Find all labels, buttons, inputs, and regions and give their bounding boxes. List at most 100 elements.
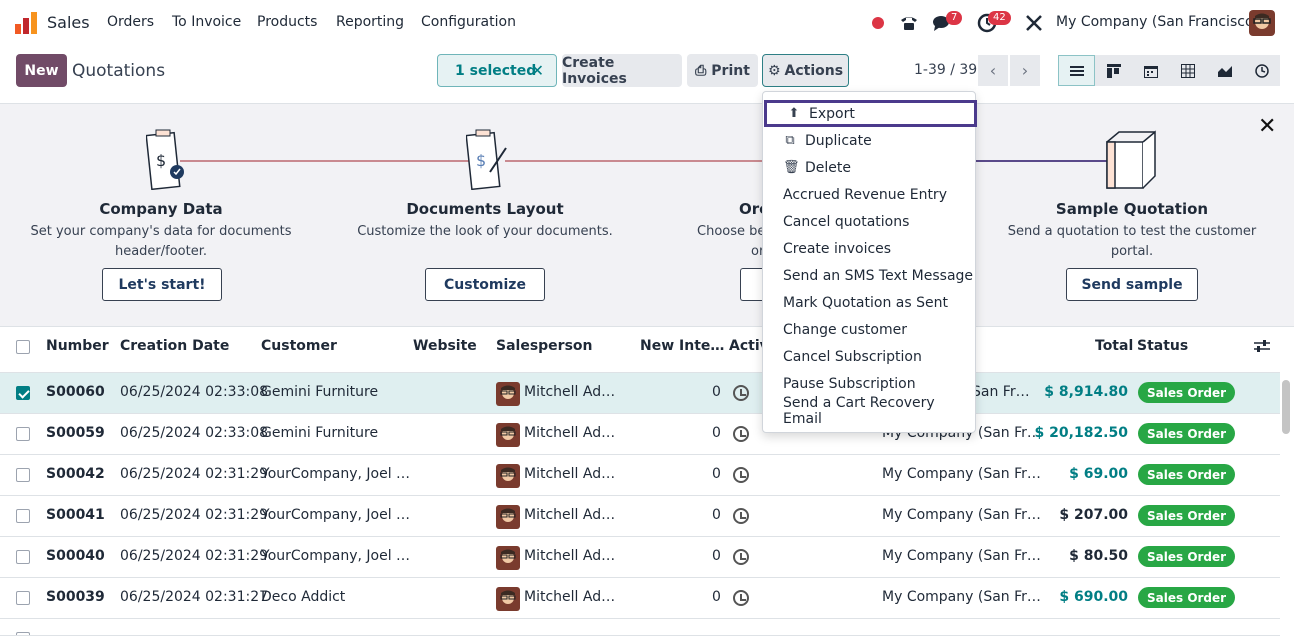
menu-item-mark-sent[interactable]: Mark Quotation as Sent	[763, 289, 975, 316]
list-view-button[interactable]	[1058, 55, 1095, 86]
menu-item-accrued-revenue[interactable]: Accrued Revenue Entry	[763, 181, 975, 208]
print-button[interactable]: ⎙ Print	[687, 54, 758, 87]
customize-button[interactable]: Customize	[425, 268, 545, 301]
column-header-creation-date[interactable]: Creation Date	[120, 338, 229, 354]
optional-columns-icon[interactable]	[1254, 339, 1270, 353]
row-checkbox[interactable]	[16, 427, 30, 441]
lets-start-button[interactable]: Let's start!	[102, 268, 222, 301]
menu-item-pause-subscription[interactable]: Pause Subscription	[763, 370, 975, 397]
row-checkbox[interactable]	[16, 632, 30, 635]
salesperson-name: Mitchell Ad…	[524, 425, 616, 441]
selection-pill[interactable]: 1 selected ✕	[437, 54, 557, 87]
progress-line	[505, 160, 765, 162]
company-name: My Company (San Fr…	[882, 466, 1041, 482]
new-button[interactable]: New	[16, 54, 67, 87]
column-header-new-interactions[interactable]: New Inte…	[640, 338, 724, 354]
actions-button[interactable]: ⚙ Actions	[762, 54, 849, 87]
menu-item-export[interactable]: ⬆ Export	[764, 100, 977, 127]
menu-item-cancel-quotations[interactable]: Cancel quotations	[763, 208, 975, 235]
salesperson-name: Mitchell Ad…	[524, 548, 616, 564]
row-checkbox[interactable]	[16, 550, 30, 564]
send-sample-button[interactable]: Send sample	[1066, 268, 1198, 301]
phone-icon[interactable]	[899, 13, 919, 33]
column-header-number[interactable]: Number	[46, 338, 109, 354]
menu-products[interactable]: Products	[257, 14, 317, 30]
close-banner-icon[interactable]: ✕	[1258, 114, 1276, 139]
column-header-website[interactable]: Website	[413, 338, 477, 354]
graph-view-button[interactable]	[1206, 55, 1243, 86]
user-avatar[interactable]	[1249, 10, 1275, 36]
customer-name: Gemini Furniture	[261, 425, 379, 441]
chevron-left-icon: ‹	[989, 61, 997, 80]
actions-dropdown-menu: ⬆ Export ⧉ Duplicate 🗑 Delete Accrued Re…	[762, 91, 977, 433]
pager-next-button[interactable]: ›	[1010, 55, 1040, 86]
tools-icon[interactable]	[1025, 14, 1043, 32]
menu-orders[interactable]: Orders	[107, 14, 154, 30]
actions-label: Actions	[784, 62, 844, 79]
customer-name: Deco Addict	[261, 589, 346, 605]
column-header-status[interactable]: Status	[1137, 338, 1188, 354]
table-row[interactable]: S00039 06/25/2024 02:31:27 Deco Addict M…	[0, 578, 1280, 619]
table-row[interactable]: S00040 06/25/2024 02:31:29 YourCompany, …	[0, 537, 1280, 578]
order-number: S00060	[46, 384, 105, 400]
select-all-checkbox[interactable]	[16, 340, 30, 354]
menu-item-send-sms[interactable]: Send an SMS Text Message	[763, 262, 975, 289]
clear-selection-icon[interactable]: ✕	[531, 61, 544, 80]
salesperson-avatar	[496, 546, 520, 570]
activity-clock-icon[interactable]	[733, 508, 749, 524]
menu-item-change-customer[interactable]: Change customer	[763, 316, 975, 343]
creation-date: 06/25/2024 02:33:08	[120, 384, 269, 400]
column-header-total[interactable]: Total	[1095, 338, 1133, 354]
column-header-customer[interactable]: Customer	[261, 338, 337, 354]
pager-value[interactable]: 1-39 / 39	[914, 62, 977, 78]
menu-reporting[interactable]: Reporting	[336, 14, 404, 30]
activity-clock-icon[interactable]	[733, 590, 749, 606]
kanban-view-button[interactable]	[1095, 55, 1132, 86]
row-checkbox[interactable]	[16, 386, 30, 400]
order-total: $ 207.00	[1059, 507, 1128, 523]
activity-view-button[interactable]	[1243, 55, 1280, 86]
step-description: header/footer.	[114, 244, 208, 259]
row-checkbox[interactable]	[16, 591, 30, 605]
salesperson-avatar	[496, 505, 520, 529]
new-interactions: 0	[712, 548, 721, 564]
creation-date: 06/25/2024 02:31:29	[120, 548, 269, 564]
page-title: Quotations	[72, 61, 166, 81]
order-number: S00042	[46, 466, 105, 482]
activity-clock-icon[interactable]	[733, 467, 749, 483]
create-invoices-button[interactable]: Create Invoices	[562, 54, 682, 87]
salesperson-name: Mitchell Ad…	[524, 384, 616, 400]
status-dot-icon[interactable]	[872, 17, 884, 29]
row-checkbox[interactable]	[16, 468, 30, 482]
table-row[interactable]: S00042 06/25/2024 02:31:29 YourCompany, …	[0, 455, 1280, 496]
column-header-salesperson[interactable]: Salesperson	[496, 338, 593, 354]
table-row[interactable]: S00059 06/25/2024 02:33:08 Gemini Furnit…	[0, 414, 1280, 455]
menu-item-delete[interactable]: 🗑 Delete	[763, 154, 975, 181]
menu-item-duplicate[interactable]: ⧉ Duplicate	[763, 127, 975, 154]
menu-to-invoice[interactable]: To Invoice	[172, 14, 241, 30]
clock-icon	[1254, 63, 1269, 78]
menu-item-create-invoices[interactable]: Create invoices	[763, 235, 975, 262]
menu-item-cancel-subscription[interactable]: Cancel Subscription	[763, 343, 975, 370]
table-row[interactable]: S00060 06/25/2024 02:33:08 Gemini Furnit…	[0, 373, 1280, 414]
menu-configuration[interactable]: Configuration	[421, 14, 516, 30]
app-name[interactable]: Sales	[47, 13, 90, 32]
step-description: Send a quotation to test the customer	[1007, 224, 1257, 239]
calendar-view-button[interactable]	[1132, 55, 1169, 86]
table-scrollbar[interactable]	[1282, 380, 1290, 434]
pager-previous-button[interactable]: ‹	[978, 55, 1008, 86]
activity-clock-icon[interactable]	[733, 426, 749, 442]
progress-line	[975, 160, 1110, 162]
menu-item-cart-recovery[interactable]: Send a Cart Recovery Email	[763, 395, 975, 427]
row-checkbox[interactable]	[16, 509, 30, 523]
activity-clock-icon[interactable]	[733, 549, 749, 565]
pivot-view-button[interactable]	[1169, 55, 1206, 86]
activity-clock-icon[interactable]	[733, 385, 749, 401]
sales-app-icon[interactable]	[15, 12, 37, 34]
activities-count-badge: 42	[988, 11, 1011, 25]
order-total: $ 690.00	[1059, 589, 1128, 605]
chevron-right-icon: ›	[1021, 61, 1029, 80]
table-row[interactable]: S00041 06/25/2024 02:31:29 YourCompany, …	[0, 496, 1280, 537]
table-row[interactable]	[0, 619, 1280, 636]
company-switcher[interactable]: My Company (San Francisco)	[1056, 14, 1259, 30]
